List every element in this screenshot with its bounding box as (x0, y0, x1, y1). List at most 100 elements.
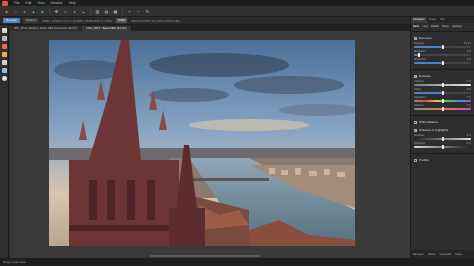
slider-label: Vibrance (414, 104, 424, 107)
slider-exposure[interactable]: Exposure 0.0 eV (414, 42, 471, 49)
section-title: Enhance (419, 74, 431, 78)
slider-thumb[interactable] (441, 99, 444, 103)
enhance-section-header[interactable]: Enhance (414, 73, 471, 79)
status-bar: Drag to pan view. (0, 258, 474, 266)
slider-contrast[interactable]: Contrast 0 % (414, 80, 471, 87)
view-tool-icon[interactable] (1, 28, 7, 33)
tone-mapping-persona-icon[interactable]: ▲ (31, 9, 36, 14)
slider-thumb[interactable] (441, 137, 444, 141)
rotate-icon[interactable]: ↻ (145, 9, 150, 14)
liquify-persona-icon[interactable]: ◇ (13, 9, 18, 14)
tab-snapshots[interactable]: Snapshots (437, 253, 453, 256)
panel-divider (411, 153, 474, 154)
white-balance-tool-icon[interactable] (1, 76, 7, 81)
slider-thumb[interactable] (441, 145, 444, 149)
profiles-section-header[interactable]: Profiles (414, 157, 471, 163)
mirror-view-icon[interactable]: ▤ (104, 9, 109, 14)
develop-button[interactable]: Develop (3, 18, 21, 23)
horizontal-scrollbar[interactable] (150, 255, 260, 257)
section-title: Shadows & Highlights (419, 128, 449, 132)
section-title: Exposure (419, 36, 432, 40)
tab-history[interactable]: History (426, 253, 438, 256)
panel-divider (411, 31, 474, 32)
slider-clarity[interactable]: Clarity 0 % (414, 88, 471, 95)
exposure-section-header[interactable]: Exposure (414, 35, 471, 41)
slider-blackpoint[interactable]: Blackpoint 0 % (414, 50, 471, 57)
white-balance-section: White Balance (411, 118, 474, 126)
photo-persona-icon[interactable]: ◆ (4, 9, 9, 14)
shadows-highlights-section-header[interactable]: Shadows & Highlights (414, 127, 471, 133)
slider-brightness[interactable]: Brightness 0 % (414, 58, 471, 65)
tab-scope[interactable]: Scope (427, 17, 438, 23)
tab-overlays[interactable]: Overlays (452, 25, 462, 28)
white-balance-checkbox[interactable] (414, 120, 417, 124)
slider-track[interactable] (414, 107, 471, 111)
tab-histogram[interactable]: Histogram (411, 17, 427, 23)
slider-highlights[interactable]: Highlights 0 % (414, 142, 471, 149)
slider-label: Contrast (414, 80, 424, 83)
app-logo-icon (2, 0, 8, 6)
profiles-checkbox[interactable] (414, 158, 417, 162)
main-toolbar: ◆ ◇ ● ▲ ■ ✥ ◐ ◑ ◒ ▥ ▤ ▦ + − ↻ (0, 6, 474, 17)
develop-sub-tabs: Basic Lens Details Tones Overlays (411, 23, 474, 29)
slider-track[interactable] (414, 99, 471, 103)
context-toolbar: Develop Cancel 5000 × 3700px (17.3 / 18.… (0, 17, 474, 25)
overlay-paint-tool-icon[interactable] (1, 52, 7, 57)
enhance-checkbox[interactable] (414, 74, 417, 78)
slider-track[interactable] (414, 61, 471, 65)
slider-saturation[interactable]: Saturation 0 % (414, 96, 471, 103)
zoom-out-icon[interactable]: − (136, 9, 141, 14)
slider-thumb[interactable] (417, 53, 420, 57)
shadows-highlights-checkbox[interactable] (414, 128, 417, 132)
toolbar-divider (122, 7, 123, 15)
slider-thumb[interactable] (441, 91, 444, 95)
blemish-removal-tool-icon[interactable] (1, 44, 7, 49)
slider-thumb[interactable] (441, 45, 444, 49)
slider-track[interactable] (414, 91, 471, 95)
slider-thumb[interactable] (441, 83, 444, 87)
cancel-button[interactable]: Cancel (23, 18, 39, 23)
tab-navigator[interactable]: Navigator (411, 253, 426, 256)
develop-persona-icon[interactable]: ● (22, 9, 27, 14)
slider-thumb[interactable] (441, 61, 444, 65)
slider-track[interactable] (414, 53, 471, 57)
before-after-icon[interactable]: ▦ (113, 9, 118, 14)
tab-details[interactable]: Details (431, 25, 439, 28)
shadows-clip-icon[interactable]: ◑ (72, 9, 77, 14)
camera-meta-text: NIKON D7500 18-140mm f/3.5-5.6G (131, 18, 180, 23)
slider-track[interactable] (414, 145, 471, 149)
export-persona-icon[interactable]: ■ (40, 9, 45, 14)
slider-value: 0 % (466, 58, 471, 61)
slider-shadows[interactable]: Shadows 0 % (414, 134, 471, 141)
enhance-section: Enhance Contrast 0 % Clarity 0 % Saturatio… (411, 72, 474, 113)
slider-track[interactable] (414, 83, 471, 87)
slider-vibrance[interactable]: Vibrance 0 % (414, 104, 471, 111)
slider-label: Saturation (414, 96, 426, 99)
slider-value: 0.0 eV (463, 42, 471, 45)
canvas-area[interactable] (10, 31, 410, 258)
clipping-icon[interactable]: ◐ (63, 9, 68, 14)
slider-value: 0 % (466, 96, 471, 99)
slider-thumb[interactable] (441, 107, 444, 111)
split-view-icon[interactable]: ▥ (95, 9, 100, 14)
tab-info[interactable]: Info (438, 17, 446, 23)
white-balance-section-header[interactable]: White Balance (414, 119, 471, 125)
slider-track[interactable] (414, 137, 471, 141)
slider-track[interactable] (414, 45, 471, 49)
exposure-section: Exposure Exposure 0.0 eV Blackpoint 0 % Br… (411, 34, 474, 67)
overlay-erase-tool-icon[interactable] (1, 60, 7, 65)
panel-divider (411, 115, 474, 116)
panel-bottom-tabs: Navigator History Snapshots Focus (411, 250, 474, 258)
tab-tones[interactable]: Tones (442, 25, 449, 28)
view-tool-icon[interactable]: ✥ (54, 9, 59, 14)
overlay-gradient-tool-icon[interactable] (1, 68, 7, 73)
zoom-in-icon[interactable]: + (127, 9, 132, 14)
tab-focus[interactable]: Focus (453, 253, 464, 256)
section-title: Profiles (419, 158, 430, 162)
highlights-clip-icon[interactable]: ◒ (81, 9, 86, 14)
red-eye-tool-icon[interactable] (1, 36, 7, 41)
photo-canvas[interactable] (49, 40, 355, 246)
tab-lens[interactable]: Lens (422, 25, 428, 28)
tab-basic[interactable]: Basic (413, 25, 419, 28)
exposure-checkbox[interactable] (414, 36, 417, 40)
